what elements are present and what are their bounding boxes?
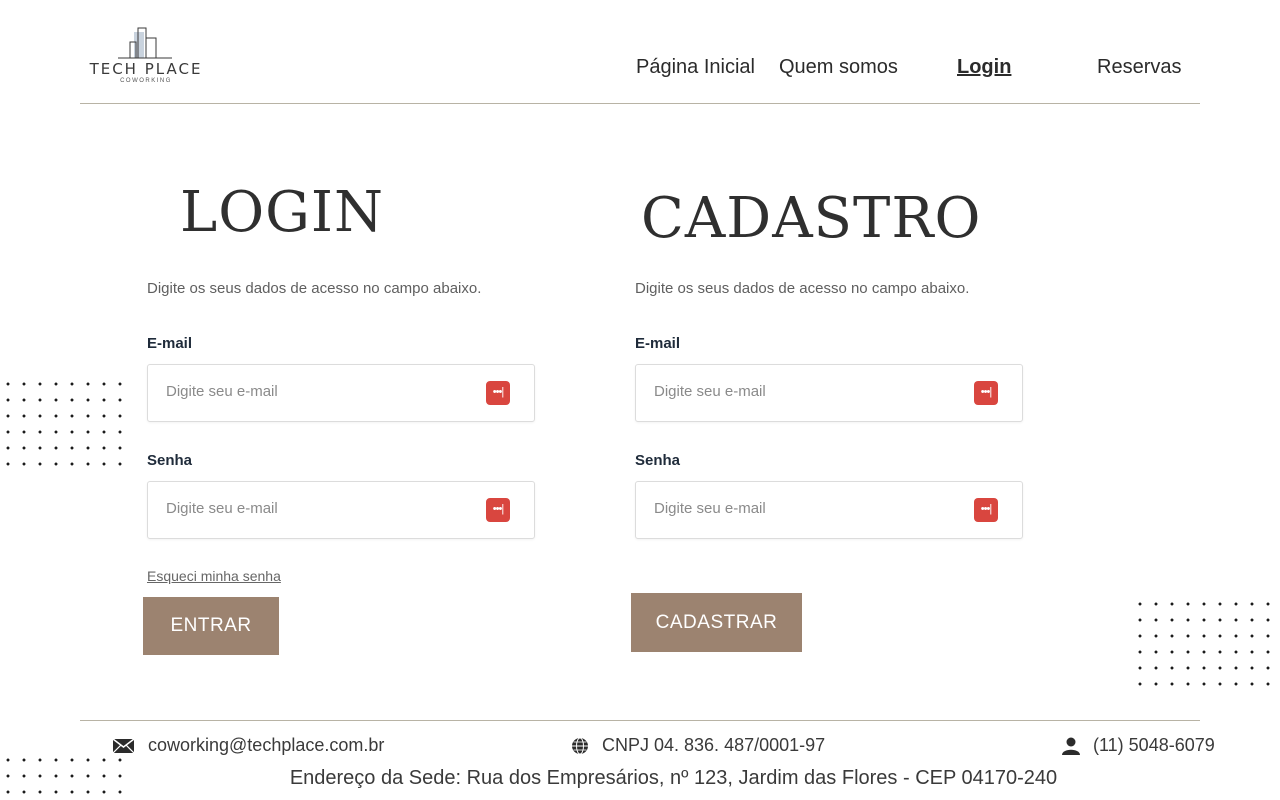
login-password-field[interactable]: Digite seu e-mail •••| xyxy=(147,481,535,539)
signup-email-placeholder: Digite seu e-mail xyxy=(654,383,766,400)
signup-description: Digite os seus dados de acesso no campo … xyxy=(635,280,970,297)
footer-address: Endereço da Sede: Rua dos Empresários, n… xyxy=(289,767,1058,789)
footer-phone[interactable]: (11) 5048-6079 xyxy=(1093,735,1215,756)
login-email-field[interactable]: Digite seu e-mail •••| xyxy=(147,364,535,422)
password-manager-icon[interactable]: •••| xyxy=(974,498,998,522)
login-password-placeholder: Digite seu e-mail xyxy=(166,500,278,517)
login-title: LOGIN xyxy=(180,180,384,245)
password-manager-icon[interactable]: •••| xyxy=(486,381,510,405)
brand-name: TECH PLACE xyxy=(89,60,203,78)
decorative-dots-left xyxy=(0,376,128,472)
login-submit-button[interactable]: ENTRAR xyxy=(143,597,279,655)
nav-about[interactable]: Quem somos xyxy=(779,56,898,79)
decorative-dots-right xyxy=(1132,596,1280,692)
nav-reservations[interactable]: Reservas xyxy=(1097,56,1181,79)
forgot-password-link[interactable]: Esqueci minha senha xyxy=(147,568,281,584)
signup-password-placeholder: Digite seu e-mail xyxy=(654,500,766,517)
password-manager-icon[interactable]: •••| xyxy=(974,381,998,405)
building-logo-icon xyxy=(118,27,172,59)
logo[interactable]: TECH PLACE COWORKING xyxy=(84,26,208,88)
signup-email-label: E-mail xyxy=(635,335,681,352)
brand-subtitle: COWORKING xyxy=(120,78,172,84)
signup-password-field[interactable]: Digite seu e-mail •••| xyxy=(635,481,1023,539)
signup-submit-button[interactable]: CADASTRAR xyxy=(631,593,802,652)
login-email-label: E-mail xyxy=(147,335,193,352)
footer-email[interactable]: coworking@techplace.com.br xyxy=(148,735,384,756)
password-manager-icon[interactable]: •••| xyxy=(486,498,510,522)
globe-icon xyxy=(572,737,588,755)
person-icon xyxy=(1062,737,1080,755)
login-description: Digite os seus dados de acesso no campo … xyxy=(147,280,482,297)
header-divider xyxy=(80,103,1200,104)
signup-password-label: Senha xyxy=(635,452,681,469)
footer-divider xyxy=(80,720,1200,721)
footer-cnpj: CNPJ 04. 836. 487/0001-97 xyxy=(602,735,826,755)
login-email-placeholder: Digite seu e-mail xyxy=(166,383,278,400)
login-password-label: Senha xyxy=(147,452,193,469)
signup-email-field[interactable]: Digite seu e-mail •••| xyxy=(635,364,1023,422)
nav-login[interactable]: Login xyxy=(957,56,1011,79)
signup-title: CADASTRO xyxy=(641,186,982,251)
nav-home[interactable]: Página Inicial xyxy=(636,56,755,79)
envelope-icon xyxy=(113,739,134,753)
